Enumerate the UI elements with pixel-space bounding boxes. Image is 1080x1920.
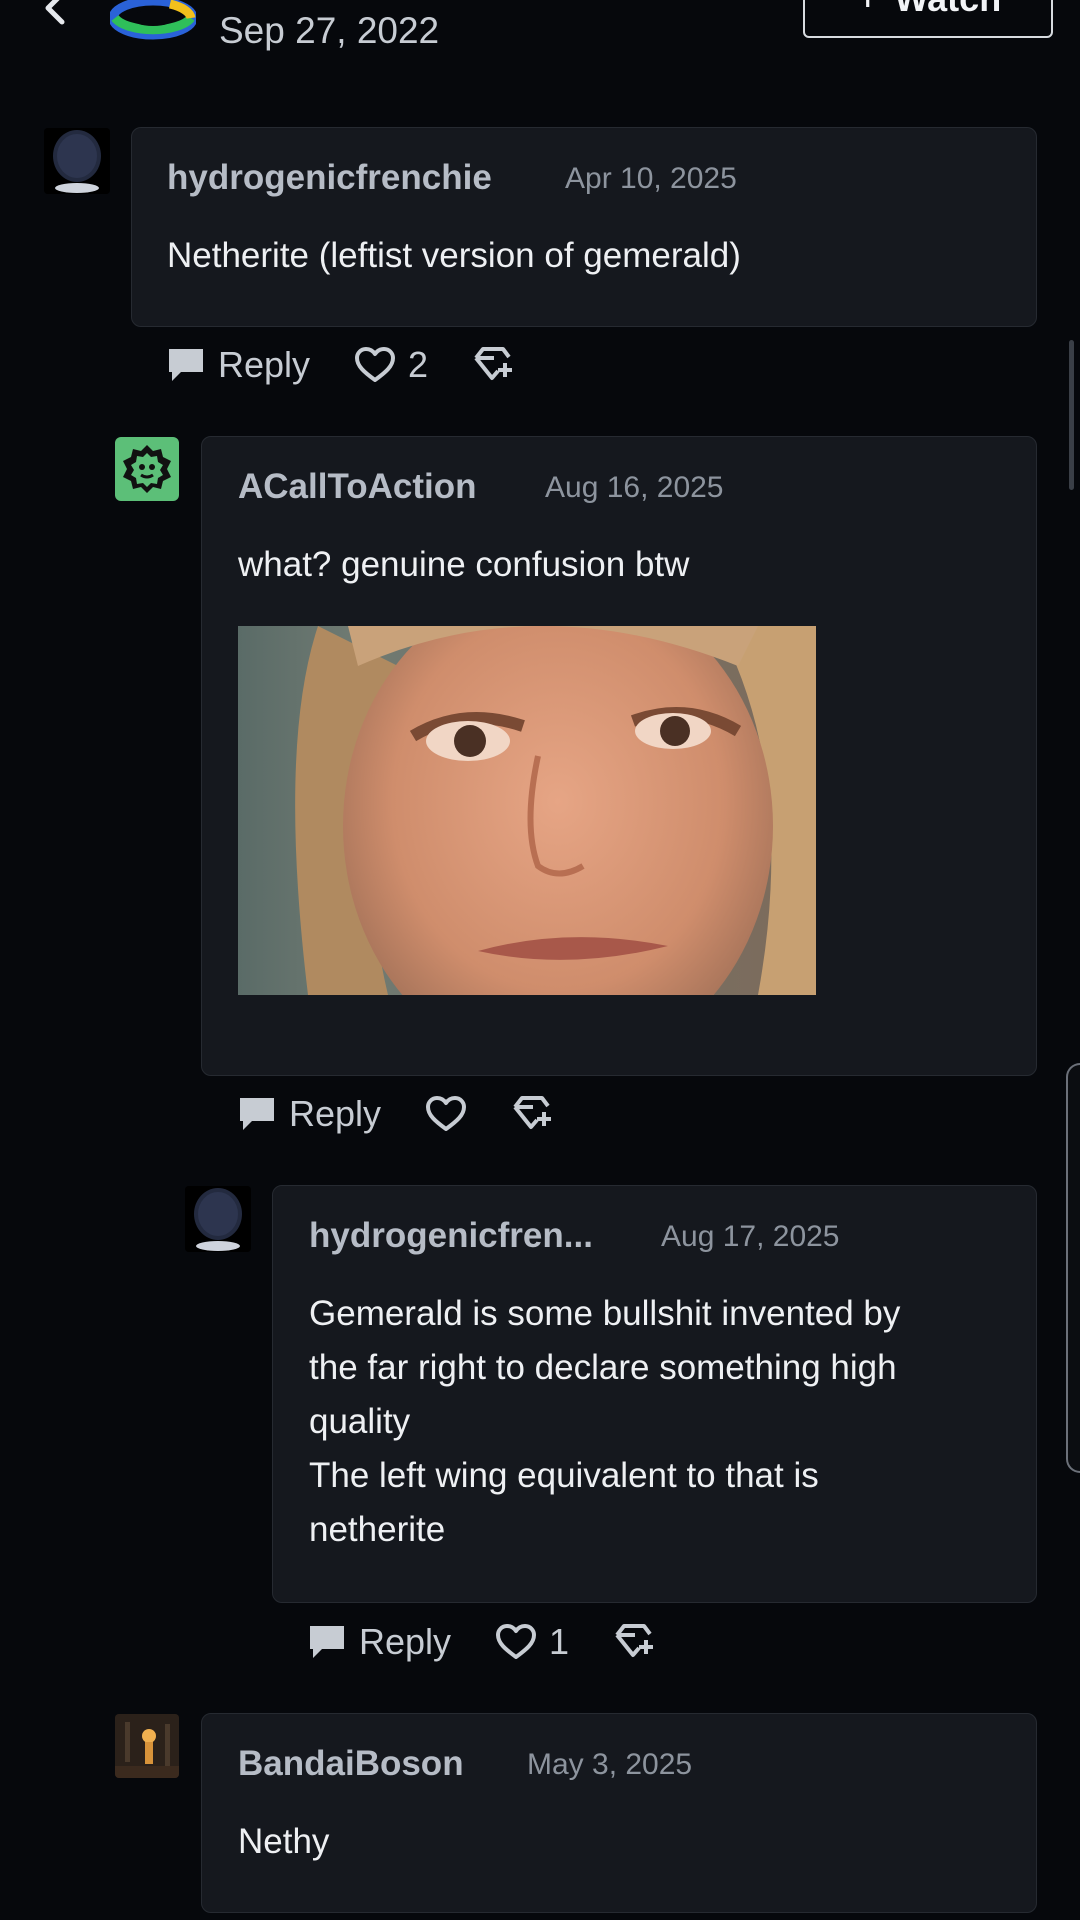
like-button[interactable] [425, 1095, 467, 1133]
heart-icon [426, 1096, 467, 1131]
watch-button[interactable]: + Watch [803, 0, 1053, 38]
community-logo-icon[interactable] [110, 0, 196, 40]
reply-button[interactable]: Reply [166, 344, 310, 386]
comment-actions: Reply 1 [307, 1612, 657, 1672]
comment-card: BandaiBoson May 3, 2025 Nethy [201, 1713, 1037, 1913]
heart-icon [355, 347, 396, 382]
comment-username[interactable]: ACallToAction [238, 467, 477, 507]
comment-line: quality [309, 1402, 411, 1441]
like-button[interactable]: 2 [354, 344, 428, 386]
comment-actions: Reply [237, 1084, 555, 1144]
comment-card: hydrogenicfren... Aug 17, 2025 Gemerald … [272, 1185, 1037, 1603]
watch-label: Watch [895, 0, 1002, 20]
comment-text: Gemerald is some bullshit invented by th… [309, 1287, 1009, 1557]
comment-text: Nethy [238, 1822, 330, 1861]
award-button[interactable] [511, 1094, 555, 1134]
reply-bubble-icon [240, 1098, 274, 1130]
comment-date: Aug 17, 2025 [661, 1220, 840, 1253]
comment-text: what? genuine confusion btw [238, 545, 690, 584]
reply-label: Reply [359, 1621, 452, 1662]
scrollbar[interactable] [1069, 340, 1074, 490]
avatar[interactable] [115, 437, 179, 501]
award-button[interactable] [472, 345, 516, 385]
avatar[interactable] [185, 1186, 251, 1252]
plus-icon: + [855, 0, 881, 22]
like-count: 1 [549, 1621, 570, 1662]
avatar[interactable] [115, 1714, 179, 1778]
like-count: 2 [408, 344, 429, 385]
add-award-icon [474, 347, 513, 380]
comment-date: Apr 10, 2025 [565, 162, 737, 195]
avatar[interactable] [44, 128, 110, 194]
comment-date: May 3, 2025 [527, 1748, 693, 1781]
reply-button[interactable]: Reply [307, 1621, 451, 1663]
comment-line: netherite [309, 1510, 446, 1549]
heart-icon [496, 1624, 537, 1659]
reply-bubble-icon [169, 349, 203, 381]
add-award-icon [513, 1096, 552, 1129]
reply-label: Reply [289, 1093, 382, 1134]
comment-date: Aug 16, 2025 [545, 471, 724, 504]
comment-username[interactable]: hydrogenicfrenchie [167, 158, 492, 198]
comment-actions: Reply 2 [166, 335, 516, 395]
reply-bubble-icon [310, 1626, 344, 1658]
comment-card: ACallToAction Aug 16, 2025 what? genuine… [201, 436, 1037, 1076]
like-button[interactable]: 1 [495, 1621, 569, 1663]
comment-text: Netherite (leftist version of gemerald) [167, 236, 741, 275]
post-date: Sep 27, 2022 [219, 10, 440, 51]
comment-username[interactable]: BandaiBoson [238, 1744, 464, 1784]
comment-line: the far right to declare something high [309, 1348, 897, 1387]
comment-line: The left wing equivalent to that is [309, 1456, 819, 1495]
comment-username[interactable]: hydrogenicfren... [309, 1216, 593, 1256]
reaction-gif[interactable] [238, 626, 816, 995]
add-award-icon [615, 1624, 654, 1657]
comment-card: hydrogenicfrenchie Apr 10, 2025 Netherit… [131, 127, 1037, 327]
scroll-handle[interactable] [1066, 1063, 1080, 1473]
reply-button[interactable]: Reply [237, 1093, 381, 1135]
award-button[interactable] [613, 1622, 657, 1662]
back-arrow-icon[interactable] [38, 0, 74, 30]
comment-line: Gemerald is some bullshit invented by [309, 1294, 901, 1333]
reply-label: Reply [218, 344, 311, 385]
